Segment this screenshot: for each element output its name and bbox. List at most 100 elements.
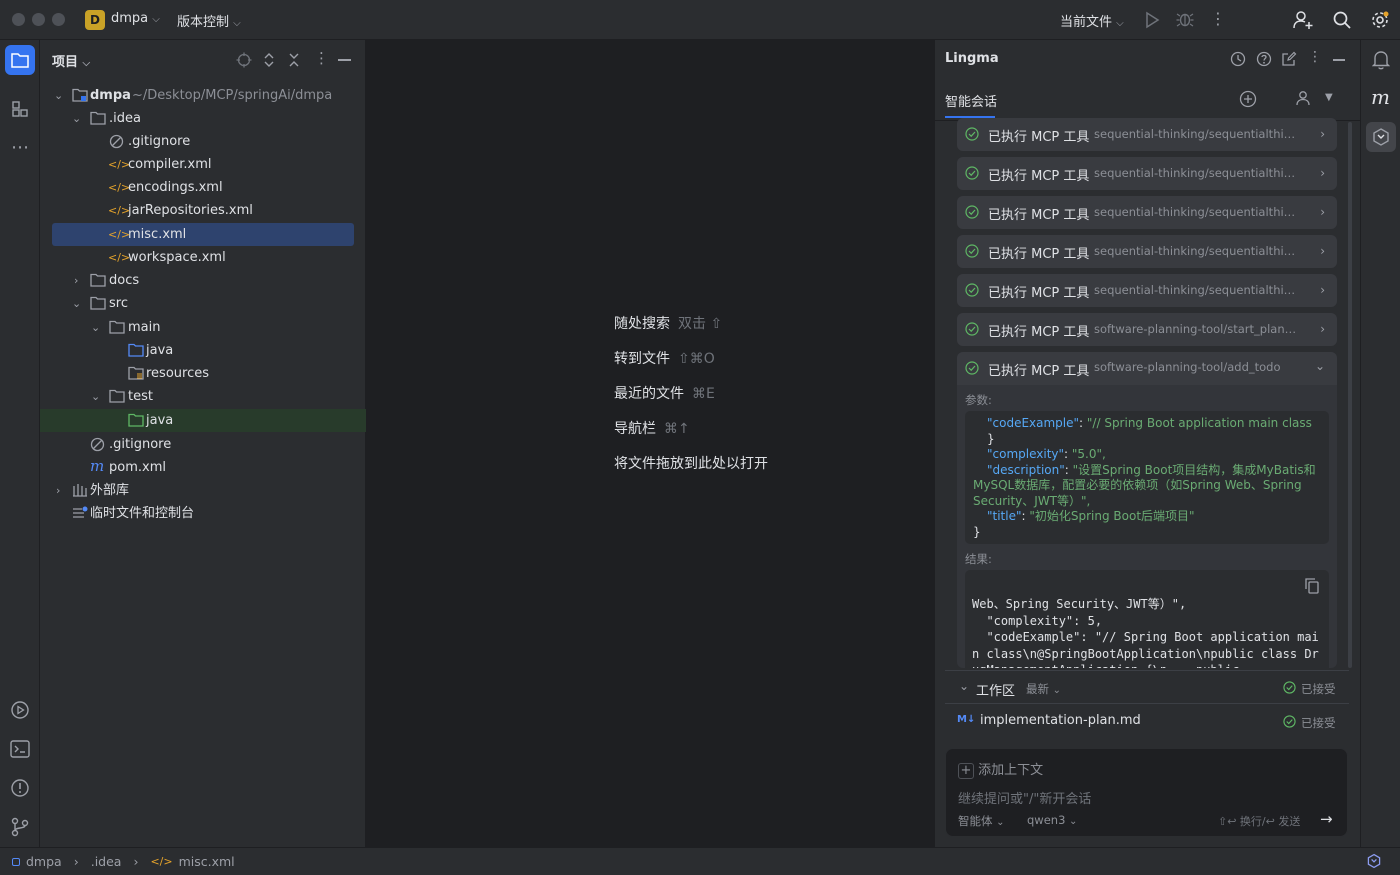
mcp-item[interactable]: 已执行 MCP 工具 sequential-thinking/sequentia… — [957, 157, 1337, 190]
breadcrumb-item[interactable]: dmpa — [26, 854, 62, 869]
chat-scrollbar[interactable] — [1348, 122, 1352, 668]
tree-node-docs[interactable]: › docs — [52, 269, 354, 292]
check-circle-icon — [965, 244, 979, 258]
problems-icon — [11, 779, 29, 797]
mode-selector[interactable]: 智能体 ⌄ — [958, 813, 1005, 829]
tree-node-workspace-xml[interactable]: </> workspace.xml — [52, 246, 354, 269]
project-switcher[interactable]: dmpa ⌵ — [111, 11, 160, 26]
tree-node-test-java[interactable]: java — [40, 409, 366, 432]
xml-icon: </> — [108, 228, 131, 241]
workspace-header[interactable]: ⌄ 工作区 最新 ⌄ 已接受 — [945, 671, 1349, 704]
run-icon[interactable] — [1144, 11, 1160, 29]
new-chat-icon[interactable] — [1281, 51, 1297, 67]
add-context-button[interactable]: + 添加上下文 — [958, 759, 1043, 779]
settings-gear-icon[interactable] — [1370, 10, 1390, 30]
help-icon[interactable] — [1256, 51, 1272, 67]
options-icon[interactable]: ⋮ — [314, 51, 329, 66]
result-label: 结果: — [965, 552, 992, 566]
result-code-block: Web、Spring Security、JWT等）", "complexity"… — [965, 570, 1329, 668]
chevron-right-icon: › — [1320, 127, 1325, 141]
folder-icon — [11, 53, 29, 68]
git-tool-button[interactable] — [5, 812, 35, 842]
copy-icon[interactable] — [1305, 578, 1319, 594]
window-close-button[interactable] — [12, 13, 25, 26]
mcp-item[interactable]: 已执行 MCP 工具 sequential-thinking/sequentia… — [957, 274, 1337, 307]
test-folder-icon — [128, 413, 144, 427]
lingma-status-icon[interactable] — [1366, 853, 1382, 869]
tree-node-main[interactable]: ⌄ main — [52, 316, 354, 339]
collapse-all-icon[interactable] — [287, 52, 301, 68]
structure-tool-button[interactable] — [5, 94, 35, 124]
tree-node-main-java[interactable]: java — [52, 339, 354, 362]
history-icon[interactable] — [1230, 51, 1246, 67]
mcp-item[interactable]: 已执行 MCP 工具 software-planning-tool/start_… — [957, 313, 1337, 346]
project-tool-button[interactable] — [5, 45, 35, 75]
more-tools-icon[interactable]: ⋯ — [5, 132, 35, 162]
tree-node-encodings-xml[interactable]: </> encodings.xml — [52, 176, 354, 199]
mcp-item[interactable]: 已执行 MCP 工具 sequential-thinking/sequentia… — [957, 235, 1337, 268]
debug-icon[interactable] — [1176, 10, 1194, 28]
workspace-filter[interactable]: 最新 ⌄ — [1026, 681, 1061, 697]
status-bar: dmpa › .idea › </> misc.xml — [0, 847, 1400, 875]
expand-all-icon[interactable] — [262, 52, 276, 68]
xml-icon: </> — [150, 855, 173, 868]
lingma-hide-icon[interactable] — [1333, 59, 1345, 61]
run-config-selector[interactable]: 当前文件 ⌵ — [1060, 11, 1124, 30]
source-folder-icon — [128, 343, 144, 357]
chevron-down-icon: ⌵ — [233, 18, 241, 29]
mcp-item[interactable]: 已执行 MCP 工具 sequential-thinking/sequentia… — [957, 118, 1337, 151]
add-user-icon[interactable] — [1292, 9, 1314, 31]
caret-down-icon[interactable]: ▼ — [1325, 92, 1333, 103]
send-arrow-icon[interactable]: → — [1320, 810, 1333, 828]
project-badge[interactable]: D — [85, 10, 105, 30]
tree-node-idea[interactable]: ⌄ .idea — [52, 107, 354, 130]
check-circle-icon — [965, 283, 979, 297]
check-circle-icon — [965, 205, 979, 219]
tree-node-compiler-xml[interactable]: </> compiler.xml — [52, 153, 354, 176]
tree-node-root-gitignore[interactable]: .gitignore — [52, 433, 354, 456]
window-zoom-button[interactable] — [52, 13, 65, 26]
terminal-tool-button[interactable] — [5, 734, 35, 764]
tree-node-root[interactable]: ⌄ dmpa ~/Desktop/MCP/springAi/dmpa — [52, 84, 354, 107]
tree-node-scratches[interactable]: 临时文件和控制台 — [52, 502, 354, 525]
breadcrumb-item[interactable]: misc.xml — [179, 854, 235, 869]
tree-node-resources[interactable]: resources — [52, 362, 354, 385]
tree-node-misc-xml[interactable]: </> misc.xml — [52, 223, 354, 246]
check-circle-icon — [965, 166, 979, 180]
tree-node-external-libraries[interactable]: › 外部库 — [52, 479, 354, 502]
hide-panel-icon[interactable] — [338, 59, 351, 61]
vcs-menu[interactable]: 版本控制 ⌵ — [177, 11, 241, 30]
xml-icon: </> — [108, 181, 131, 194]
user-icon[interactable] — [1295, 90, 1311, 106]
lingma-assistant-button[interactable] — [1366, 122, 1396, 152]
add-icon[interactable] — [1239, 90, 1257, 108]
project-panel-title: 项目 — [52, 55, 79, 70]
locate-icon[interactable] — [236, 52, 252, 68]
model-selector[interactable]: qwen3 ⌄ — [1027, 813, 1077, 827]
tab-smart-chat[interactable]: 智能会话 — [945, 91, 997, 110]
notifications-bell-icon[interactable] — [1372, 50, 1390, 70]
lingma-m-icon[interactable]: m — [1371, 85, 1390, 109]
problems-tool-button[interactable] — [5, 773, 35, 803]
chevron-right-icon: › — [1320, 205, 1325, 219]
mcp-item[interactable]: 已执行 MCP 工具 sequential-thinking/sequentia… — [957, 196, 1337, 229]
tree-node-src[interactable]: ⌄ src — [52, 292, 354, 315]
tree-node-pom-xml[interactable]: m pom.xml — [52, 456, 354, 479]
mcp-item-expanded: 已执行 MCP 工具 software-planning-tool/add_to… — [957, 352, 1337, 668]
lingma-options-icon[interactable]: ⋮ — [1308, 50, 1322, 64]
editor-empty-area[interactable] — [367, 40, 933, 847]
window-minimize-button[interactable] — [32, 13, 45, 26]
folder-icon — [109, 320, 125, 334]
chat-input-field[interactable]: 继续提问或"/"新开会话 — [958, 788, 1338, 807]
workspace-file-row[interactable]: M↓ implementation-plan.md 已接受 — [945, 705, 1349, 738]
tree-node-gitignore[interactable]: .gitignore — [52, 130, 354, 153]
breadcrumb-item[interactable]: .idea — [91, 854, 122, 869]
search-icon[interactable] — [1332, 10, 1352, 30]
services-tool-button[interactable] — [5, 695, 35, 725]
mcp-item-expanded-header[interactable]: 已执行 MCP 工具 software-planning-tool/add_to… — [957, 352, 1337, 385]
library-icon — [72, 483, 88, 497]
tree-node-test[interactable]: ⌄ test — [52, 385, 354, 408]
tree-node-jarrepositories-xml[interactable]: </> jarRepositories.xml — [52, 199, 354, 222]
more-actions-icon[interactable]: ⋮ — [1210, 11, 1226, 27]
project-panel-header[interactable]: 项目 ⌵ — [52, 51, 90, 70]
